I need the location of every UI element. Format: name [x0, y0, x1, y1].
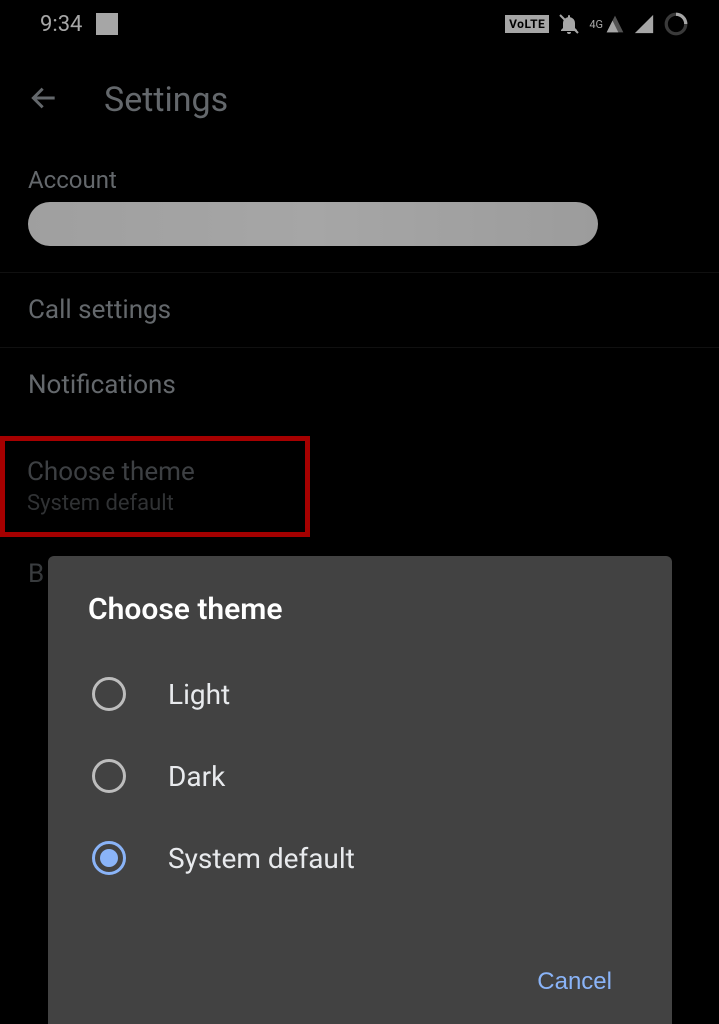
radio-option-system-default[interactable]: System default	[88, 817, 632, 899]
radio-label: System default	[168, 842, 355, 875]
loading-circle-icon	[663, 11, 689, 37]
status-time: 9:34	[40, 12, 82, 37]
radio-option-dark[interactable]: Dark	[88, 735, 632, 817]
status-bar: 9:34 VoLTE 4G	[0, 0, 719, 48]
choose-theme-dialog: Choose theme Light Dark System default C…	[48, 556, 672, 1024]
back-button[interactable]	[28, 82, 60, 118]
settings-item-account[interactable]: Account	[0, 148, 719, 273]
bell-off-icon	[557, 12, 581, 36]
signal-icon	[633, 13, 655, 35]
status-left: 9:34	[40, 12, 118, 37]
settings-list: Account Call settings Notifications Choo…	[0, 148, 719, 611]
radio-label: Light	[168, 678, 230, 711]
status-right: VoLTE 4G	[505, 11, 689, 37]
settings-item-notifications[interactable]: Notifications	[0, 348, 719, 422]
redacted-account-value	[28, 202, 598, 246]
settings-item-choose-theme[interactable]: Choose theme System default	[0, 436, 310, 537]
radio-icon	[92, 677, 126, 711]
settings-item-label: Call settings	[28, 295, 691, 325]
arrow-left-icon	[28, 82, 60, 114]
volte-badge: VoLTE	[505, 15, 549, 33]
settings-item-label: Notifications	[28, 370, 691, 400]
status-app-icon	[96, 13, 118, 35]
cancel-button[interactable]: Cancel	[525, 960, 624, 1004]
settings-item-call-settings[interactable]: Call settings	[0, 273, 719, 348]
radio-icon	[92, 759, 126, 793]
radio-label: Dark	[168, 760, 225, 793]
radio-icon	[92, 841, 126, 875]
signal-4g-icon: 4G	[589, 14, 625, 34]
account-label: Account	[28, 166, 691, 194]
page-title: Settings	[104, 80, 228, 120]
app-header: Settings	[0, 48, 719, 148]
dialog-actions: Cancel	[88, 946, 632, 1004]
choose-theme-value: System default	[27, 491, 283, 516]
radio-option-light[interactable]: Light	[88, 653, 632, 735]
choose-theme-label: Choose theme	[27, 457, 283, 487]
dialog-options: Light Dark System default	[88, 653, 632, 946]
dialog-title: Choose theme	[88, 592, 632, 627]
